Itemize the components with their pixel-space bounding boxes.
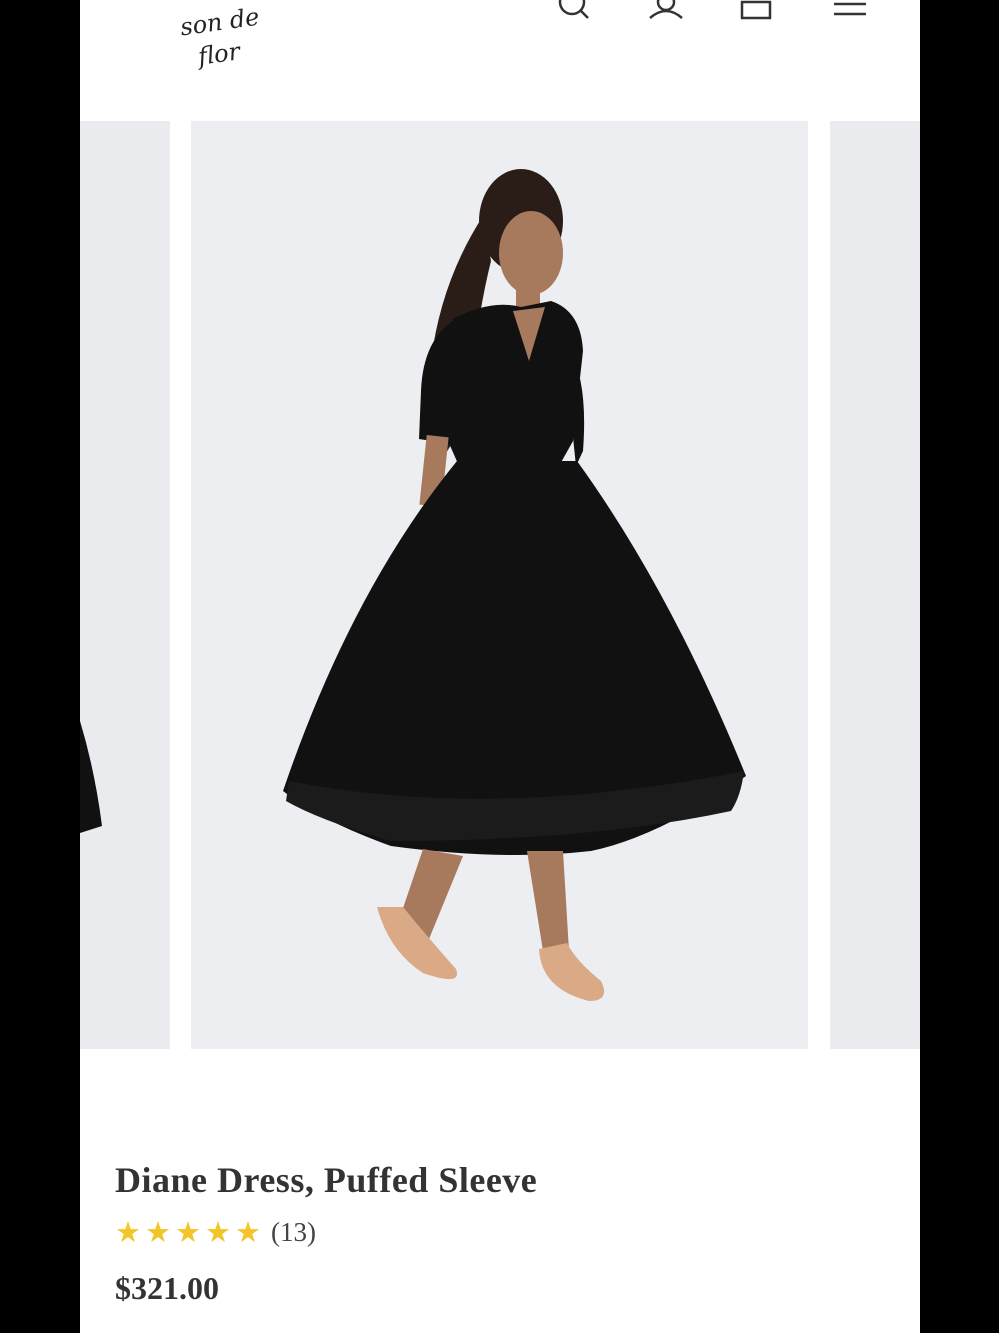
review-count[interactable]: (13): [271, 1217, 316, 1248]
previous-slide[interactable]: [80, 121, 170, 1049]
star-icon: ★: [235, 1215, 261, 1249]
product-image-carousel[interactable]: [80, 121, 920, 1049]
product-rating[interactable]: ★ ★ ★ ★ ★ (13): [115, 1212, 895, 1252]
product-title: Diane Dress, Puffed Sleeve: [115, 1160, 538, 1200]
product-page: son de flor Diane Dress, Puffed Sleeve ★…: [80, 0, 920, 1333]
brand-logo[interactable]: son de flor: [178, 0, 261, 90]
logo-text-bottom: flor: [196, 37, 242, 71]
product-info: Diane Dress, Puffed Sleeve ★ ★ ★ ★ ★ (13…: [115, 1150, 895, 1307]
site-header: son de flor: [80, 0, 920, 120]
star-icon: ★: [205, 1215, 231, 1249]
next-slide[interactable]: [830, 121, 920, 1049]
menu-icon[interactable]: [830, 0, 870, 22]
star-icon: ★: [175, 1215, 201, 1249]
product-price: $321.00: [115, 1270, 219, 1306]
star-icon: ★: [115, 1215, 141, 1249]
star-rating: ★ ★ ★ ★ ★: [115, 1217, 261, 1247]
product-image: [191, 121, 808, 1049]
star-icon: ★: [145, 1215, 171, 1249]
search-icon[interactable]: [554, 0, 594, 22]
dress-illustration: [283, 169, 746, 1001]
cart-icon[interactable]: [736, 0, 776, 22]
logo-text-top: son de: [178, 2, 261, 42]
account-icon[interactable]: [646, 0, 686, 22]
